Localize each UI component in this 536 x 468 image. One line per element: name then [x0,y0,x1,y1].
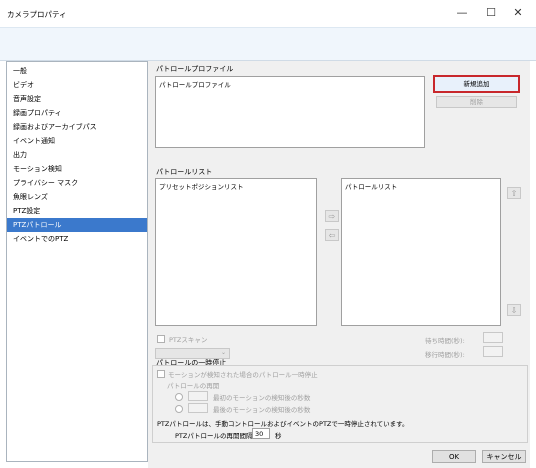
nav-item-privacy-mask[interactable]: プライバシー マスク [7,176,147,190]
patrol-list-section-label: パトロールリスト [156,168,213,176]
resume-label: パトロールの再開 [167,382,220,390]
maximize-button[interactable]: ☐ [481,4,501,22]
move-left-button[interactable]: ⇦ [325,229,339,241]
minimize-button[interactable]: — [452,4,472,22]
resume-after-first-radio[interactable] [175,393,183,401]
nav-item-event-ptz[interactable]: イベントでのPTZ [7,232,147,246]
move-right-button[interactable]: ⇨ [325,210,339,222]
profile-list-header: パトロールプロファイル [159,81,231,89]
profile-list[interactable]: パトロールプロファイル [155,76,425,148]
transition-time-input[interactable] [483,346,503,357]
resume-after-last-input[interactable] [188,403,208,413]
title-bar: カメラプロパティ — ☐ ✕ [0,0,536,27]
patrol-list-header: パトロールリスト [345,183,398,191]
pause-on-motion-checkbox[interactable] [157,370,165,378]
move-down-button[interactable]: ⇩ [507,304,521,316]
wait-time-input[interactable] [483,332,503,343]
ptz-scan-checkbox[interactable] [157,335,165,343]
nav-item-ptz-patrol[interactable]: PTZパトロール [7,218,147,232]
resume-interval-unit: 秒 [275,432,282,440]
resume-interval-label: PTZパトロールの再開間隔: [175,432,255,440]
nav-item-general[interactable]: 一般 [7,64,147,78]
window-title: カメラプロパティ [7,10,67,19]
nav-item-event-notification[interactable]: イベント通知 [7,134,147,148]
patrol-list[interactable]: パトロールリスト [341,178,501,326]
chevron-down-icon: ⌄ [220,349,226,356]
header-banner [0,27,536,61]
pause-on-motion-label: モーションが検知された場合のパトロール一時停止 [168,371,318,379]
nav-item-video[interactable]: ビデオ [7,78,147,92]
cancel-button[interactable]: キャンセル [482,450,526,463]
close-button[interactable]: ✕ [508,4,528,22]
move-up-button[interactable]: ⇧ [507,187,521,199]
nav-item-fisheye[interactable]: 魚眼レンズ [7,190,147,204]
nav-item-recording-archive-path[interactable]: 録画およびアーカイブパス [7,120,147,134]
ptz-scan-label: PTZスキャン [169,336,208,344]
preset-list-header: プリセットポジションリスト [159,183,244,191]
ok-button[interactable]: OK [432,450,476,463]
nav-item-recording-properties[interactable]: 録画プロパティ [7,106,147,120]
preset-position-list[interactable]: プリセットポジションリスト [155,178,317,326]
nav-item-motion-detection[interactable]: モーション検知 [7,162,147,176]
resume-after-first-input[interactable] [188,391,208,401]
resume-after-first-label: 最初のモーションの検知後の秒数 [213,394,311,402]
wait-time-label: 待ち時間(秒): [425,337,465,345]
resume-after-last-label: 最後のモーションの検知後の秒数 [213,406,311,414]
resume-after-last-radio[interactable] [175,405,183,413]
nav-item-output[interactable]: 出力 [7,148,147,162]
settings-nav: 一般 ビデオ 音声設定 録画プロパティ 録画およびアーカイブパス イベント通知 … [6,61,148,462]
manual-pause-note: PTZパトロールは、手動コントロールおよびイベントのPTZで一時停止されています… [157,420,409,428]
delete-button[interactable]: 削除 [436,96,517,108]
profile-section-label: パトロールプロファイル [156,65,234,73]
resume-interval-input[interactable]: 30 [252,428,270,439]
transition-time-label: 移行時間(秒): [425,351,465,359]
add-new-button[interactable]: 新規追加 [433,75,520,93]
nav-item-ptz-settings[interactable]: PTZ設定 [7,204,147,218]
nav-item-audio[interactable]: 音声設定 [7,92,147,106]
